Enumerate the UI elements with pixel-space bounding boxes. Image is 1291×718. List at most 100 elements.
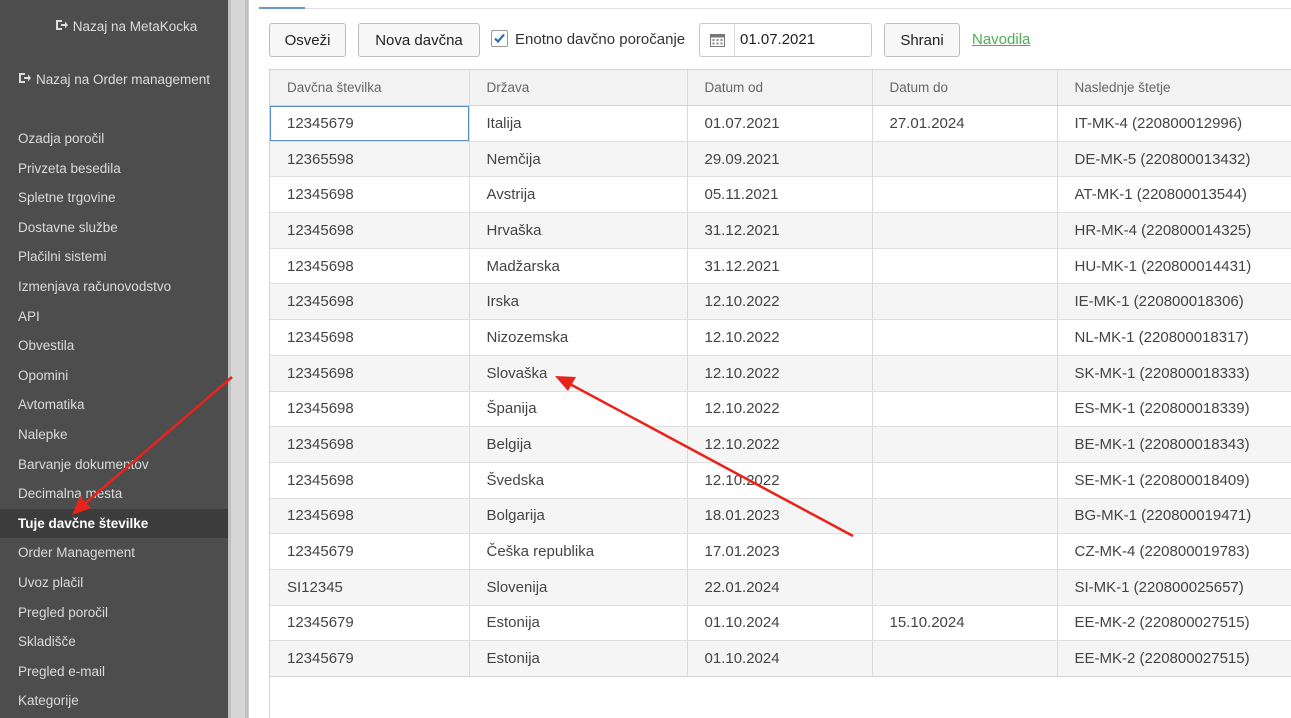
table-cell[interactable]: [872, 319, 1058, 356]
sidebar-item-spletne-trgovine[interactable]: Spletne trgovine: [0, 183, 228, 213]
table-cell[interactable]: 12345698: [270, 355, 470, 392]
table-cell[interactable]: Slovaška: [469, 355, 688, 392]
new-tax-number-button[interactable]: Nova davčna: [358, 23, 480, 57]
table-cell[interactable]: 12345698: [270, 319, 470, 356]
table-cell[interactable]: Irska: [469, 283, 688, 321]
table-cell[interactable]: 12.10.2022: [687, 426, 873, 463]
table-cell[interactable]: 12.10.2022: [687, 462, 873, 499]
table-cell[interactable]: [872, 426, 1058, 463]
table-cell[interactable]: Belgija: [469, 426, 688, 463]
table-cell[interactable]: 12345679: [270, 105, 470, 142]
table-row[interactable]: 12345698 Avstrija 05.11.2021 AT-MK-1 (22080…: [270, 176, 1291, 214]
sidebar-item-decimalna-mesta[interactable]: Decimalna mesta: [0, 479, 228, 509]
sidebar-item-kategorije[interactable]: Kategorije: [0, 686, 228, 716]
table-cell[interactable]: 12345698: [270, 498, 470, 535]
table-cell[interactable]: [872, 569, 1058, 606]
table-cell[interactable]: 12345698: [270, 462, 470, 499]
table-cell[interactable]: [872, 640, 1058, 677]
table-cell[interactable]: Španija: [469, 391, 688, 428]
table-cell[interactable]: Italija: [469, 105, 688, 142]
table-cell[interactable]: SK-MK-1 (220800018333): [1057, 355, 1291, 392]
table-cell[interactable]: 12345698: [270, 212, 470, 249]
table-cell[interactable]: Bolgarija: [469, 498, 688, 535]
table-row[interactable]: 12345698 Madžarska 31.12.2021 HU-MK-1 (2208…: [270, 248, 1291, 285]
table-row[interactable]: 12345679 Estonija 01.10.2024 EE-MK-2 (22080…: [270, 640, 1291, 677]
table-cell[interactable]: Estonija: [469, 640, 688, 677]
instructions-link[interactable]: Navodila: [972, 31, 1030, 48]
table-cell[interactable]: 12.10.2022: [687, 391, 873, 428]
column-header[interactable]: Datum od: [687, 70, 873, 106]
table-row[interactable]: 12345698 Slovaška 12.10.2022 SK-MK-1 (22080…: [270, 355, 1291, 392]
sidebar-item-izmenjava-ra-unovodstvo[interactable]: Izmenjava računovodstvo: [0, 272, 228, 302]
table-cell[interactable]: 18.01.2023: [687, 498, 873, 535]
table-cell[interactable]: NL-MK-1 (220800018317): [1057, 319, 1291, 356]
table-cell[interactable]: Avstrija: [469, 176, 688, 214]
sidebar-item-avtomatika[interactable]: Avtomatika: [0, 390, 228, 420]
table-cell[interactable]: [872, 212, 1058, 249]
table-cell[interactable]: [872, 462, 1058, 499]
table-row[interactable]: 12345679 Češka republika 17.01.2023 CZ-MK-4…: [270, 533, 1291, 570]
table-cell[interactable]: IT-MK-4 (220800012996): [1057, 105, 1291, 142]
calendar-icon[interactable]: [700, 24, 735, 56]
table-cell[interactable]: [872, 141, 1058, 178]
sidebar-item-dostavne-slu-be[interactable]: Dostavne službe: [0, 213, 228, 243]
table-cell[interactable]: BG-MK-1 (220800019471): [1057, 498, 1291, 535]
table-cell[interactable]: 17.01.2023: [687, 533, 873, 570]
table-row[interactable]: 12345698 Švedska 12.10.2022 SE-MK-1 (220800…: [270, 462, 1291, 499]
table-cell[interactable]: [872, 283, 1058, 321]
table-row[interactable]: 12345679 Estonija 01.10.2024 15.10.2024 EE-M…: [270, 605, 1291, 642]
table-cell[interactable]: 12345698: [270, 426, 470, 463]
sidebar-item-pla-ilni-sistemi[interactable]: Plačilni sistemi: [0, 242, 228, 272]
table-cell[interactable]: 27.01.2024: [872, 105, 1058, 142]
date-input[interactable]: [740, 24, 865, 56]
sidebar-item-tuje-dav-ne-tevilke[interactable]: Tuje davčne številke: [0, 508, 228, 539]
table-cell[interactable]: DE-MK-5 (220800013432): [1057, 141, 1291, 178]
table-cell[interactable]: 12345698: [270, 176, 470, 214]
table-cell[interactable]: [872, 533, 1058, 570]
table-cell[interactable]: 31.12.2021: [687, 212, 873, 249]
table-cell[interactable]: Madžarska: [469, 248, 688, 285]
table-cell[interactable]: 01.10.2024: [687, 605, 873, 642]
table-cell[interactable]: EE-MK-2 (220800027515): [1057, 640, 1291, 677]
table-cell[interactable]: 12345698: [270, 248, 470, 285]
sidebar-item-opomini[interactable]: Opomini: [0, 361, 228, 391]
sidebar-item-pregled-poro-il[interactable]: Pregled poročil: [0, 598, 228, 628]
table-cell[interactable]: HR-MK-4 (220800014325): [1057, 212, 1291, 249]
sidebar-item-privzeta-besedila[interactable]: Privzeta besedila: [0, 154, 228, 184]
table-cell[interactable]: 12345698: [270, 391, 470, 428]
sidebar-item-ozadja-poro-il[interactable]: Ozadja poročil: [0, 124, 228, 154]
table-cell[interactable]: ES-MK-1 (220800018339): [1057, 391, 1291, 428]
table-row[interactable]: 12365598 Nemčija 29.09.2021 DE-MK-5 (220800…: [270, 141, 1291, 178]
table-row[interactable]: 12345698 Irska 12.10.2022 IE-MK-1 (22080001…: [270, 283, 1291, 321]
sidebar-item-obvestila[interactable]: Obvestila: [0, 331, 228, 361]
refresh-button[interactable]: Osveži: [269, 23, 346, 57]
sidebar-scrollbar[interactable]: [228, 0, 248, 718]
column-header[interactable]: Davčna številka: [270, 70, 470, 106]
table-cell[interactable]: 12365598: [270, 141, 470, 178]
table-row[interactable]: 12345698 Nizozemska 12.10.2022 NL-MK-1 (220…: [270, 319, 1291, 356]
sidebar-item-order-management[interactable]: Order Management: [0, 538, 228, 568]
table-row[interactable]: 12345698 Španija 12.10.2022 ES-MK-1 (220800…: [270, 391, 1291, 428]
column-header[interactable]: Država: [469, 70, 688, 106]
table-cell[interactable]: [872, 391, 1058, 428]
table-cell[interactable]: 31.12.2021: [687, 248, 873, 285]
table-cell[interactable]: Estonija: [469, 605, 688, 642]
table-cell[interactable]: [872, 355, 1058, 392]
table-cell[interactable]: [872, 498, 1058, 535]
table-cell[interactable]: 12.10.2022: [687, 355, 873, 392]
table-cell[interactable]: 12.10.2022: [687, 319, 873, 356]
sidebar-item-uvoz-pla-il[interactable]: Uvoz plačil: [0, 568, 228, 598]
table-row[interactable]: 12345698 Bolgarija 18.01.2023 BG-MK-1 (2208…: [270, 498, 1291, 535]
table-cell[interactable]: 01.07.2021: [687, 105, 873, 142]
back-to-metakocka-link[interactable]: Nazaj na MetaKocka: [12, 19, 240, 34]
table-cell[interactable]: 01.10.2024: [687, 640, 873, 677]
column-header[interactable]: Datum do: [872, 70, 1058, 106]
table-cell[interactable]: AT-MK-1 (220800013544): [1057, 176, 1291, 214]
table-row[interactable]: 12345698 Belgija 12.10.2022 BE-MK-1 (220800…: [270, 426, 1291, 463]
table-cell[interactable]: 15.10.2024: [872, 605, 1058, 642]
sidebar-item-pregled-e-mail[interactable]: Pregled e-mail: [0, 657, 228, 687]
table-cell[interactable]: SE-MK-1 (220800018409): [1057, 462, 1291, 499]
table-cell[interactable]: HU-MK-1 (220800014431): [1057, 248, 1291, 285]
table-cell[interactable]: 12345679: [270, 640, 470, 677]
sidebar-item-barvanje-dokumentov[interactable]: Barvanje dokumentov: [0, 450, 228, 480]
